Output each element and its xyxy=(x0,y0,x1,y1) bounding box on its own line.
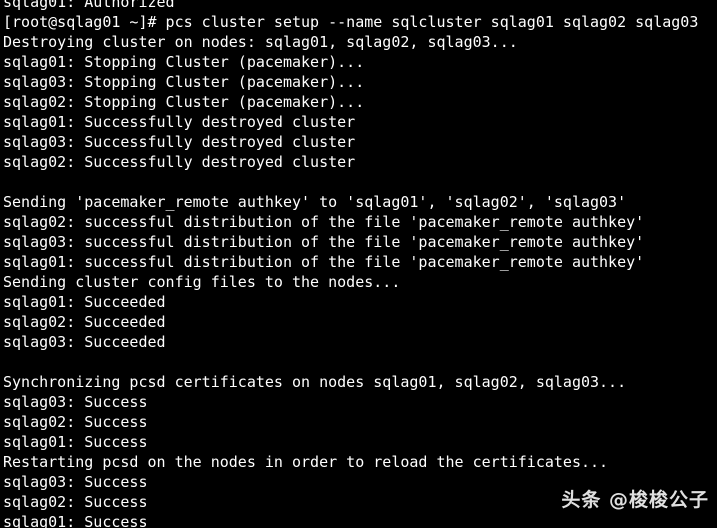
terminal-line: sqlag01: Success xyxy=(3,433,148,451)
terminal-line: sqlag01: Succeeded xyxy=(3,293,166,311)
terminal-line: sqlag01: Stopping Cluster (pacemaker)... xyxy=(3,53,365,71)
terminal-line: sqlag01: Successfully destroyed cluster xyxy=(3,113,356,131)
terminal-line: sqlag01: Authorized xyxy=(3,0,175,11)
terminal-line: sqlag03: Successfully destroyed cluster xyxy=(3,133,356,151)
terminal-output: sqlag01: Authorized [root@sqlag01 ~]# pcs… xyxy=(3,0,717,528)
terminal-line: sqlag02: Stopping Cluster (pacemaker)... xyxy=(3,93,365,111)
terminal-line: Sending cluster config files to the node… xyxy=(3,273,401,291)
terminal-line: Synchronizing pcsd certificates on nodes… xyxy=(3,373,627,391)
terminal-line: sqlag03: Success xyxy=(3,473,148,491)
terminal-line: Restarting pcsd on the nodes in order to… xyxy=(3,453,609,471)
terminal-line: sqlag03: Succeeded xyxy=(3,333,166,351)
terminal-line: Destroying cluster on nodes: sqlag01, sq… xyxy=(3,33,518,51)
terminal-line: Sending 'pacemaker_remote authkey' to 's… xyxy=(3,193,627,211)
terminal-line: sqlag03: successful distribution of the … xyxy=(3,233,645,251)
terminal-line: sqlag03: Stopping Cluster (pacemaker)... xyxy=(3,73,365,91)
terminal-line: sqlag02: Successfully destroyed cluster xyxy=(3,153,356,171)
terminal-line: sqlag01: Success xyxy=(3,513,148,528)
terminal-line: sqlag02: Success xyxy=(3,413,148,431)
terminal-line: sqlag02: Success xyxy=(3,493,148,511)
terminal-line: sqlag01: successful distribution of the … xyxy=(3,253,645,271)
terminal-line: sqlag03: Success xyxy=(3,393,148,411)
terminal-line: sqlag02: successful distribution of the … xyxy=(3,213,645,231)
terminal-window[interactable]: sqlag01: Authorized [root@sqlag01 ~]# pcs… xyxy=(0,0,717,528)
terminal-line: [root@sqlag01 ~]# pcs cluster setup --na… xyxy=(3,13,699,31)
terminal-line: sqlag02: Succeeded xyxy=(3,313,166,331)
